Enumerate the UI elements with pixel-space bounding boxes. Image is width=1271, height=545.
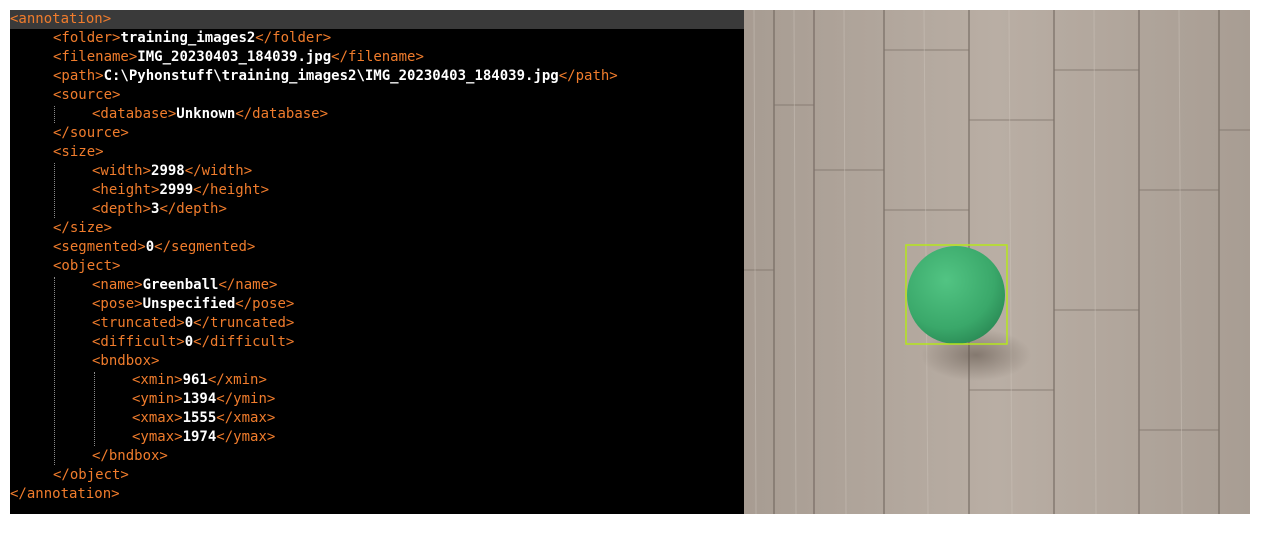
tag-close: </filename> — [331, 49, 424, 65]
name-value: Greenball — [142, 277, 219, 293]
xml-line-path: <path>C:\Pyhonstuff\training_images2\IMG… — [10, 67, 744, 86]
tag-open: <width> — [92, 163, 152, 179]
tag-close: </difficult> — [193, 334, 295, 350]
truncated-value: 0 — [184, 315, 194, 331]
xml-line-ymin: <ymin>1394</ymin> — [10, 390, 744, 409]
folder-value: training_images2 — [120, 30, 256, 46]
tag-open: <height> — [92, 182, 160, 198]
tag: <size> — [53, 144, 104, 160]
path-value: C:\Pyhonstuff\training_images2\IMG_20230… — [103, 68, 559, 84]
xml-line-xmin: <xmin>961</xmin> — [10, 371, 744, 390]
xmin-value: 961 — [182, 372, 208, 388]
pose-value: Unspecified — [142, 296, 236, 312]
xml-line-object-open: <object> — [10, 257, 744, 276]
tag-open: <ymin> — [132, 391, 183, 407]
tag-open: <ymax> — [132, 429, 183, 445]
xml-line-source-open: <source> — [10, 86, 744, 105]
xml-line-folder: <folder>training_images2</folder> — [10, 29, 744, 48]
xml-line-ymax: <ymax>1974</ymax> — [10, 428, 744, 447]
indent-guide — [94, 372, 95, 446]
filename-value: IMG_20230403_184039.jpg — [137, 49, 332, 65]
tag-open: <path> — [53, 68, 104, 84]
tag-close: </pose> — [235, 296, 295, 312]
xml-line-annotation-close: </annotation> — [10, 485, 744, 504]
tag: <bndbox> — [92, 353, 160, 369]
xml-line-size-close: </size> — [10, 219, 744, 238]
tag-close: </segmented> — [154, 239, 256, 255]
xml-line-source-close: </source> — [10, 124, 744, 143]
xml-line-bndbox-open: <bndbox> — [10, 352, 744, 371]
tag-close: </ymax> — [216, 429, 276, 445]
tag-open: <depth> — [92, 201, 152, 217]
tag-close: </width> — [184, 163, 253, 179]
xml-line-annotation-open: <annotation> — [10, 10, 744, 29]
tag-close: </xmin> — [207, 372, 267, 388]
tag-open: <pose> — [92, 296, 143, 312]
tag-open: <filename> — [53, 49, 138, 65]
ymax-value: 1974 — [182, 429, 217, 445]
indent-guide — [54, 163, 55, 218]
xml-line-segmented: <segmented>0</segmented> — [10, 238, 744, 257]
image-preview — [744, 10, 1250, 514]
tag: </size> — [53, 220, 113, 236]
tag-open: <segmented> — [53, 239, 146, 255]
tag: </bndbox> — [92, 448, 168, 464]
xmax-value: 1555 — [182, 410, 217, 426]
tag: </object> — [53, 467, 129, 483]
width-value: 2998 — [151, 163, 185, 179]
tag: <annotation> — [10, 11, 112, 27]
xml-line-depth: <depth>3</depth> — [10, 200, 744, 219]
xml-line-truncated: <truncated>0</truncated> — [10, 314, 744, 333]
tag-close: </xmax> — [216, 410, 276, 426]
tag-open: <xmin> — [132, 372, 183, 388]
ymin-value: 1394 — [182, 391, 217, 407]
tag: <object> — [53, 258, 121, 274]
difficult-value: 0 — [184, 334, 194, 350]
tag-close: </truncated> — [193, 315, 295, 331]
segmented-value: 0 — [145, 239, 155, 255]
xml-line-filename: <filename>IMG_20230403_184039.jpg</filen… — [10, 48, 744, 67]
xml-line-database: <database>Unknown</database> — [10, 105, 744, 124]
xml-line-pose: <pose>Unspecified</pose> — [10, 295, 744, 314]
xml-line-bndbox-close: </bndbox> — [10, 447, 744, 466]
tag-close: </database> — [235, 106, 329, 122]
tag-open: <difficult> — [92, 334, 185, 350]
tag: <source> — [53, 87, 121, 103]
indent-guide — [54, 277, 55, 465]
tag-open: <name> — [92, 277, 143, 293]
tag: </source> — [53, 125, 129, 141]
xml-line-difficult: <difficult>0</difficult> — [10, 333, 744, 352]
height-value: 2999 — [159, 182, 194, 198]
indent-guide — [54, 106, 55, 123]
xml-line-width: <width>2998</width> — [10, 162, 744, 181]
tag-open: <xmax> — [132, 410, 183, 426]
xml-editor[interactable]: <annotation> <folder>training_images2</f… — [10, 10, 744, 514]
wood-floor-photo — [744, 10, 1250, 514]
tag-open: <truncated> — [92, 315, 185, 331]
xml-line-xmax: <xmax>1555</xmax> — [10, 409, 744, 428]
tag-close: </path> — [558, 68, 618, 84]
tag-open: <folder> — [53, 30, 121, 46]
green-ball — [907, 246, 1005, 344]
tag-open: <database> — [92, 106, 177, 122]
tag-close: </depth> — [159, 201, 227, 217]
xml-line-size-open: <size> — [10, 143, 744, 162]
database-value: Unknown — [176, 106, 236, 122]
tag-close: </height> — [193, 182, 270, 198]
xml-line-object-close: </object> — [10, 466, 744, 485]
tag-close: </ymin> — [216, 391, 276, 407]
xml-line-name: <name>Greenball</name> — [10, 276, 744, 295]
xml-line-height: <height>2999</height> — [10, 181, 744, 200]
tag-close: </folder> — [255, 30, 332, 46]
tag-close: </name> — [218, 277, 278, 293]
tag: </annotation> — [10, 486, 120, 502]
